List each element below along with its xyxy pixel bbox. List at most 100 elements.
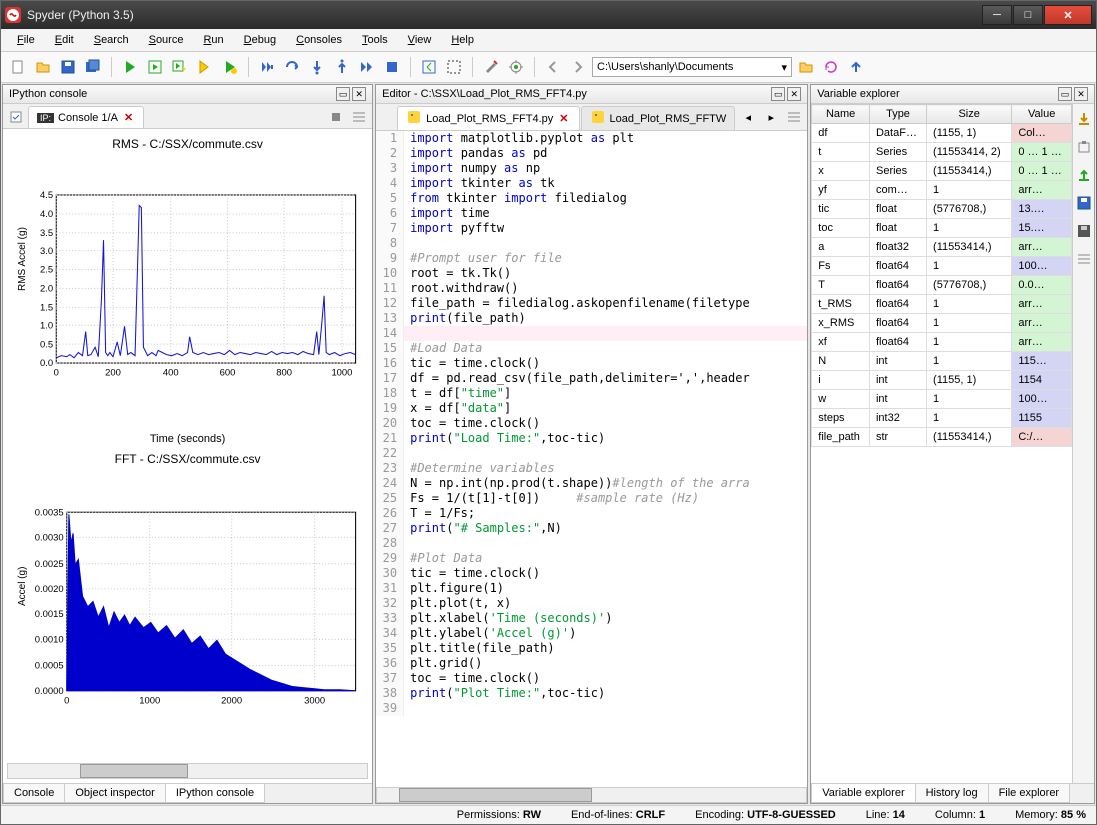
bottom-tab-variable-explorer[interactable]: Variable explorer <box>811 784 915 803</box>
save-all-button[interactable] <box>82 56 104 78</box>
preferences-button[interactable] <box>480 56 502 78</box>
var-row-t[interactable]: tSeries(11553414, 2)0 … 1 … <box>812 143 1072 162</box>
editor-undock-button[interactable]: ▭ <box>771 87 785 101</box>
menu-view[interactable]: View <box>400 31 440 49</box>
parent-dir-button[interactable] <box>845 56 867 78</box>
var-header-type[interactable]: Type <box>869 105 926 124</box>
var-row-w[interactable]: wint1100… <box>812 390 1072 409</box>
bottom-tab-console[interactable]: Console <box>3 784 65 803</box>
step-button[interactable] <box>281 56 303 78</box>
var-row-Fs[interactable]: Fsfloat641100… <box>812 257 1072 276</box>
menu-source[interactable]: Source <box>141 31 192 49</box>
pane-undock-button[interactable]: ▭ <box>336 87 350 101</box>
run-cell-advance-button[interactable] <box>169 56 191 78</box>
maximize-pane-button[interactable] <box>418 56 440 78</box>
svg-text:0.0: 0.0 <box>40 358 53 369</box>
editor-tab-active[interactable]: Load_Plot_RMS_FFT4.py ✕ <box>397 106 579 130</box>
stop-debug-button[interactable] <box>381 56 403 78</box>
var-row-x[interactable]: xSeries(11553414,)0 … 1 … <box>812 162 1072 181</box>
editor-options-button[interactable] <box>783 106 805 128</box>
menu-debug[interactable]: Debug <box>236 31 284 49</box>
var-row-x_RMS[interactable]: x_RMSfloat641arr… <box>812 314 1072 333</box>
fullscreen-button[interactable] <box>443 56 465 78</box>
open-file-button[interactable] <box>32 56 54 78</box>
varexp-options-button[interactable] <box>1073 248 1095 270</box>
code-editor[interactable]: 1import matplotlib.pyplot as plt2import … <box>376 131 807 787</box>
maximize-button[interactable]: □ <box>1013 5 1043 25</box>
var-row-yf[interactable]: yfcom…1arr… <box>812 181 1072 200</box>
run-button[interactable] <box>119 56 141 78</box>
debug-button[interactable] <box>256 56 278 78</box>
var-row-df[interactable]: dfDataF…(1155, 1)Col… <box>812 124 1072 143</box>
bottom-tab-file-explorer[interactable]: File explorer <box>988 784 1071 803</box>
minimize-button[interactable]: ─ <box>982 5 1012 25</box>
ipython-console-pane: IPython console ▭ ✕ IP: Console 1/A ✕ RM… <box>2 84 373 804</box>
console-h-scrollbar[interactable] <box>7 763 368 779</box>
var-row-xf[interactable]: xffloat641arr… <box>812 333 1072 352</box>
varexp-undock-button[interactable]: ▭ <box>1058 87 1072 101</box>
step-into-button[interactable] <box>306 56 328 78</box>
tab-nav-right-button[interactable]: ▸ <box>760 106 782 128</box>
console-tab[interactable]: IP: Console 1/A ✕ <box>28 106 144 128</box>
rerun-button[interactable] <box>219 56 241 78</box>
var-header-name[interactable]: Name <box>812 105 870 124</box>
menu-tools[interactable]: Tools <box>354 31 396 49</box>
save-data-as-button[interactable] <box>1073 164 1095 186</box>
console-home-button[interactable] <box>5 106 27 128</box>
variable-table[interactable]: NameTypeSizeValuedfDataF…(1155, 1)Col…tS… <box>811 104 1072 783</box>
menu-run[interactable]: Run <box>195 31 231 49</box>
editor-tabrow: Load_Plot_RMS_FFT4.py ✕ Load_Plot_RMS_FF… <box>376 104 807 131</box>
refresh-dir-button[interactable] <box>820 56 842 78</box>
working-dir-combo[interactable]: C:\Users\shanly\Documents ▾ <box>592 57 792 77</box>
var-row-tic[interactable]: ticfloat(5776708,)13.… <box>812 200 1072 219</box>
var-row-a[interactable]: afloat32(11553414,)arr… <box>812 238 1072 257</box>
var-row-toc[interactable]: tocfloat115.… <box>812 219 1072 238</box>
editor-tab-label-0: Load_Plot_RMS_FFT4.py <box>426 113 553 125</box>
menu-help[interactable]: Help <box>443 31 482 49</box>
step-out-button[interactable] <box>331 56 353 78</box>
continue-button[interactable] <box>356 56 378 78</box>
var-row-T[interactable]: Tfloat64(5776708,)0.0… <box>812 276 1072 295</box>
editor-h-scrollbar[interactable] <box>376 787 807 803</box>
menu-search[interactable]: Search <box>86 31 137 49</box>
browse-dir-button[interactable] <box>795 56 817 78</box>
load-session-button[interactable] <box>1073 220 1095 242</box>
bottom-tab-object-inspector[interactable]: Object inspector <box>64 784 165 803</box>
new-file-button[interactable] <box>7 56 29 78</box>
console-tab-close-icon[interactable]: ✕ <box>122 111 135 124</box>
main-toolbar: C:\Users\shanly\Documents ▾ <box>1 52 1096 83</box>
pane-close-button[interactable]: ✕ <box>352 87 366 101</box>
bottom-tab-ipython-console[interactable]: IPython console <box>165 784 265 803</box>
var-row-N[interactable]: Nint1115… <box>812 352 1072 371</box>
forward-button[interactable] <box>567 56 589 78</box>
rms-chart-title: RMS - C:/SSX/commute.csv <box>9 137 366 151</box>
var-row-i[interactable]: iint(1155, 1)1154 <box>812 371 1072 390</box>
save-data-button[interactable] <box>1073 136 1095 158</box>
menu-edit[interactable]: Edit <box>47 31 82 49</box>
console-stop-button[interactable] <box>325 106 347 128</box>
save-session-button[interactable] <box>1073 192 1095 214</box>
bottom-tab-history-log[interactable]: History log <box>915 784 989 803</box>
var-row-file_path[interactable]: file_pathstr(11553414,)C:/… <box>812 428 1072 447</box>
varexp-close-button[interactable]: ✕ <box>1074 87 1088 101</box>
var-header-value[interactable]: Value <box>1012 105 1072 124</box>
var-row-t_RMS[interactable]: t_RMSfloat641arr… <box>812 295 1072 314</box>
close-button[interactable]: ✕ <box>1044 5 1092 25</box>
var-row-steps[interactable]: stepsint3211155 <box>812 409 1072 428</box>
editor-tab-close-icon[interactable]: ✕ <box>557 112 570 125</box>
pythonpath-button[interactable] <box>505 56 527 78</box>
tab-nav-left-button[interactable]: ◂ <box>737 106 759 128</box>
svg-text:600: 600 <box>220 368 236 379</box>
run-selection-button[interactable] <box>194 56 216 78</box>
var-header-size[interactable]: Size <box>927 105 1012 124</box>
console-options-button[interactable] <box>348 106 370 128</box>
menu-consoles[interactable]: Consoles <box>288 31 350 49</box>
editor-tab-inactive[interactable]: Load_Plot_RMS_FFTW <box>581 106 736 130</box>
save-button[interactable] <box>57 56 79 78</box>
svg-text:3000: 3000 <box>304 695 325 706</box>
menu-file[interactable]: File <box>9 31 43 49</box>
run-cell-button[interactable] <box>144 56 166 78</box>
editor-close-button[interactable]: ✕ <box>787 87 801 101</box>
back-button[interactable] <box>542 56 564 78</box>
import-data-button[interactable] <box>1073 108 1095 130</box>
